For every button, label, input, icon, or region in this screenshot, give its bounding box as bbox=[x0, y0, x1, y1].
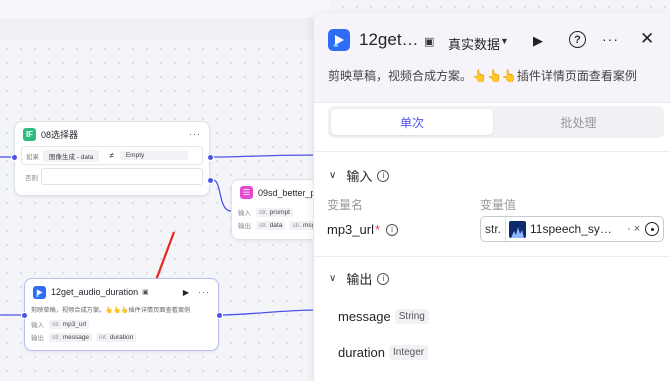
more-icon[interactable]: ··· bbox=[198, 287, 210, 297]
text-node-icon: ☰ bbox=[240, 186, 253, 199]
cond-right-tag: Empty bbox=[119, 151, 188, 160]
close-icon[interactable]: ✕ bbox=[640, 29, 654, 49]
divider bbox=[314, 256, 670, 257]
play-icon[interactable]: ▶ bbox=[533, 33, 543, 49]
output-name: message bbox=[338, 309, 391, 324]
node-audio-desc: 剪映草稿，视频合成方案。👆👆👆插件详情页面查看案例 bbox=[31, 307, 191, 314]
better-out1-tag: str. data bbox=[256, 220, 286, 230]
audio-out2-tag: int. duration bbox=[96, 332, 137, 342]
audio-out1-tag: str. message bbox=[49, 332, 93, 342]
output-section-header[interactable]: ∨ 输出 i bbox=[329, 269, 390, 288]
play-logo-icon bbox=[33, 285, 46, 299]
input-section-title: 输入 bbox=[346, 169, 373, 184]
wire-audio-out bbox=[218, 309, 321, 316]
env-select[interactable]: 真实数据 bbox=[448, 34, 500, 53]
more-icon[interactable]: ··· bbox=[602, 31, 619, 47]
target-icon[interactable] bbox=[645, 222, 659, 236]
info-icon: i bbox=[386, 223, 399, 236]
chevron-down-icon: ∨ bbox=[329, 273, 337, 284]
panel-header: 12get… ▣ 真实数据 ▼ ▶ ? ··· ✕ 剪映草稿，视频合成方案。👆👆… bbox=[314, 13, 670, 103]
cond-op: ≠ bbox=[109, 151, 114, 160]
input-section-header[interactable]: ∨ 输入 i bbox=[329, 166, 390, 185]
chevron-down-icon: ∨ bbox=[329, 170, 337, 181]
if-label: 如果 bbox=[26, 153, 39, 161]
chevron-down-icon[interactable]: ▼ bbox=[500, 36, 509, 46]
more-icon[interactable]: ··· bbox=[189, 129, 201, 139]
else-label: 否则 bbox=[25, 174, 38, 182]
output-type-badge: String bbox=[394, 309, 429, 324]
selector-else-row: 否则 bbox=[21, 168, 203, 185]
selector-out-handle-else[interactable] bbox=[207, 177, 214, 184]
data-env-icon: ▣ bbox=[424, 36, 435, 48]
audio-input-row: 输入 str. mp3_url bbox=[31, 319, 218, 329]
audio-out-handle[interactable] bbox=[216, 312, 223, 319]
param-name-label: mp3_url bbox=[327, 222, 374, 237]
output-item: duration Integer bbox=[338, 345, 429, 360]
param-type-badge: str. bbox=[481, 217, 507, 241]
info-icon: i bbox=[377, 169, 390, 182]
audio-in-handle[interactable] bbox=[21, 312, 28, 319]
input-label: 输入 bbox=[238, 210, 251, 217]
audio-output-row: 输出 str. message int. duration bbox=[31, 332, 218, 342]
else-box[interactable] bbox=[41, 168, 203, 185]
node-selector[interactable]: IF 08选择器 ··· 如果 图像生成 - data ≠ Empty 否则 bbox=[11, 121, 214, 196]
output-label: 输出 bbox=[31, 335, 44, 342]
clear-icon[interactable]: · × bbox=[627, 223, 640, 235]
output-type-badge: Integer bbox=[388, 345, 429, 360]
input-label: 输入 bbox=[31, 322, 44, 329]
tab-single[interactable]: 单次 bbox=[331, 109, 493, 135]
col-var-name: 变量名 bbox=[327, 198, 364, 212]
cond-left-tag: 图像生成 - data bbox=[43, 149, 100, 162]
divider bbox=[314, 151, 670, 152]
better-input-tag: str. prompt bbox=[256, 207, 293, 217]
output-name: duration bbox=[338, 345, 385, 360]
panel-description: 剪映草稿，视频合成方案。👆👆👆插件详情页面查看案例 bbox=[328, 69, 637, 83]
selector-icon: IF bbox=[23, 127, 36, 141]
run-mode-tabs: 单次 批处理 bbox=[328, 106, 664, 138]
output-section-title: 输出 bbox=[346, 272, 373, 287]
node-better-title: 09sd_better_p bbox=[258, 187, 316, 198]
node-test-panel: 12get… ▣ 真实数据 ▼ ▶ ? ··· ✕ 剪映草稿，视频合成方案。👆👆… bbox=[313, 13, 670, 381]
play-icon[interactable]: ▶ bbox=[183, 288, 189, 297]
selector-out-handle-if[interactable] bbox=[207, 154, 214, 161]
selector-in-handle[interactable] bbox=[11, 154, 18, 161]
help-circle-icon[interactable]: ? bbox=[569, 31, 586, 48]
audio-input-tag: str. mp3_url bbox=[49, 319, 90, 329]
wire-selector-else bbox=[212, 179, 232, 212]
audio-file-icon bbox=[509, 220, 527, 238]
wire-selector-out bbox=[212, 154, 321, 158]
node-selector-title: 08选择器 bbox=[41, 129, 79, 140]
info-icon: i bbox=[377, 272, 390, 285]
file-chip: 11speech_sy… bbox=[509, 220, 612, 238]
output-item: message String bbox=[338, 309, 429, 324]
required-mark: * bbox=[374, 222, 381, 237]
data-env-icon: ▣ bbox=[142, 289, 149, 296]
tab-batch[interactable]: 批处理 bbox=[496, 109, 661, 135]
node-audio-duration[interactable]: 12get_audio_duration ▣ ▶ ··· 剪映草稿，视频合成方案… bbox=[21, 278, 223, 351]
param-value-field[interactable]: str. 11speech_sy… · × bbox=[480, 216, 664, 242]
play-logo-icon bbox=[328, 29, 350, 51]
output-label: 输出 bbox=[238, 223, 251, 230]
node-audio-title: 12get_audio_duration bbox=[51, 287, 139, 297]
panel-title[interactable]: 12get… bbox=[359, 30, 419, 50]
file-name: 11speech_sy… bbox=[530, 222, 612, 236]
col-var-value: 变量值 bbox=[480, 198, 517, 212]
selector-if-row[interactable]: 如果 图像生成 - data ≠ Empty bbox=[21, 146, 203, 165]
param-mp3-url: mp3_url * i bbox=[327, 222, 399, 237]
